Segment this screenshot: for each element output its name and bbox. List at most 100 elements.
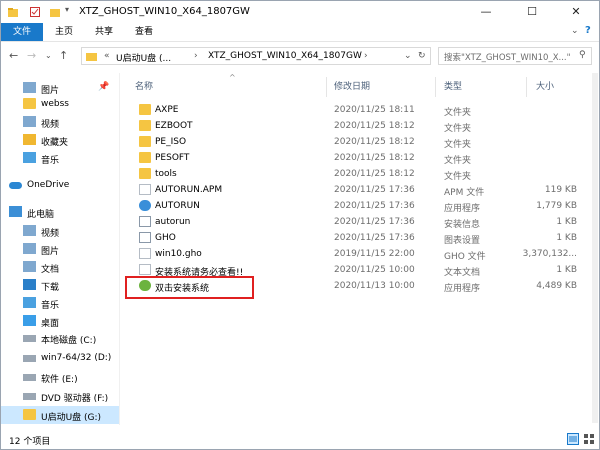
properties-icon[interactable] xyxy=(29,6,41,18)
cell-date: 2020/11/25 10:00 xyxy=(334,265,415,275)
table-row[interactable]: PESOFT 2020/11/25 18:12 文件夹 xyxy=(121,150,591,166)
tab-file[interactable]: 文件 xyxy=(1,23,43,41)
sidebar-item-label: DVD 驱动器 (F:) xyxy=(41,394,109,404)
details-view-icon[interactable] xyxy=(567,433,579,445)
table-row[interactable]: win10.gho 2019/11/15 22:00 GHO 文件 3,370,132… xyxy=(121,246,591,262)
item-count: 12 个项目 xyxy=(9,437,51,447)
sidebar-item[interactable]: webss xyxy=(1,95,119,113)
forward-arrow-icon[interactable]: → xyxy=(27,49,36,62)
sidebar-item[interactable]: OneDrive xyxy=(1,176,119,194)
cell-name: AUTORUN.APM xyxy=(155,185,223,195)
sidebar-item[interactable]: 此电脑 xyxy=(1,203,119,221)
sidebar-item[interactable]: 软件 (E:) xyxy=(1,368,119,386)
minimize-button[interactable]: — xyxy=(463,1,509,23)
sidebar-item[interactable]: 本地磁盘 (C:) xyxy=(1,329,119,347)
table-row[interactable]: EZBOOT 2020/11/25 18:12 文件夹 xyxy=(121,118,591,134)
sidebar-item[interactable]: 音乐 xyxy=(1,294,119,312)
navigation-bar: ← → ⌄ ↑ « U启动U盘 (... › XTZ_GHOST_WIN10_X… xyxy=(1,42,599,70)
downloads-icon xyxy=(23,279,36,290)
tab-home[interactable]: 主页 xyxy=(45,23,83,41)
search-input[interactable]: 搜索"XTZ_GHOST_WIN10_X..." ⚲ xyxy=(438,47,592,65)
column-divider[interactable] xyxy=(435,77,436,97)
cell-date: 2020/11/25 17:36 xyxy=(334,185,415,195)
tab-share[interactable]: 共享 xyxy=(85,23,123,41)
computer-icon xyxy=(9,206,22,217)
drive-icon xyxy=(23,335,36,342)
sidebar-item[interactable]: DVD 驱动器 (F:) xyxy=(1,387,119,405)
sidebar-item-label: 下载 xyxy=(41,283,60,293)
column-header-size[interactable]: 大小 xyxy=(536,79,554,99)
sidebar-item[interactable]: 音乐 xyxy=(1,149,119,167)
cloud-icon xyxy=(9,182,22,189)
recent-locations-icon[interactable]: ⌄ xyxy=(45,51,52,60)
cell-type: 文件夹 xyxy=(444,108,472,118)
cell-type: 应用程序 xyxy=(444,204,481,214)
settings-file-icon xyxy=(139,216,151,227)
sidebar-item-label: 视频 xyxy=(41,229,60,239)
new-folder-icon[interactable] xyxy=(49,6,61,18)
cell-date: 2019/11/15 22:00 xyxy=(334,249,415,259)
sidebar-item[interactable]: 收藏夹 xyxy=(1,131,119,149)
table-row[interactable]: autorun 2020/11/25 17:36 安装信息 1 KB xyxy=(121,214,591,230)
column-divider[interactable] xyxy=(526,77,527,97)
sidebar-item-label: 本地磁盘 (C:) xyxy=(41,336,97,346)
sidebar-item[interactable]: 图片 xyxy=(1,240,119,258)
folder-icon xyxy=(8,8,18,17)
title-bar: ▾ XTZ_GHOST_WIN10_X64_1807GW — ☐ ✕ xyxy=(1,1,599,23)
search-placeholder: 搜索"XTZ_GHOST_WIN10_X..." xyxy=(444,53,571,63)
address-dropdown-icon[interactable]: ⌄ xyxy=(404,51,412,61)
sidebar-item[interactable]: 视频 xyxy=(1,113,119,131)
expand-ribbon-icon[interactable]: ⌄ xyxy=(571,26,579,36)
table-row[interactable]: PE_ISO 2020/11/25 18:12 文件夹 xyxy=(121,134,591,150)
music-icon xyxy=(23,152,36,163)
sidebar-item-label: 软件 (E:) xyxy=(41,375,78,385)
table-row[interactable]: AUTORUN 2020/11/25 17:36 应用程序 1,779 KB xyxy=(121,198,591,214)
table-row[interactable]: AXPE 2020/11/25 18:11 文件夹 xyxy=(121,102,591,118)
maximize-button[interactable]: ☐ xyxy=(509,1,555,23)
cell-name: EZBOOT xyxy=(155,121,193,131)
sidebar-item[interactable]: 文档 xyxy=(1,258,119,276)
folder-icon xyxy=(139,104,151,115)
column-header-name[interactable]: 名称 xyxy=(135,79,153,99)
pictures-icon xyxy=(23,243,36,254)
quick-access-dropdown-icon[interactable]: ▾ xyxy=(65,5,69,14)
cell-date: 2020/11/25 18:12 xyxy=(334,137,415,147)
address-overflow-icon[interactable]: « xyxy=(104,51,110,61)
cell-size: 1 KB xyxy=(556,233,577,243)
help-icon[interactable]: ? xyxy=(585,25,591,36)
sidebar-item[interactable]: 下载 xyxy=(1,276,119,294)
cell-type: 应用程序 xyxy=(444,284,481,294)
close-button[interactable]: ✕ xyxy=(553,1,599,23)
sidebar-item[interactable]: 视频 xyxy=(1,222,119,240)
pictures-icon xyxy=(23,82,36,93)
breadcrumb-current-folder[interactable]: XTZ_GHOST_WIN10_X64_1807GW xyxy=(208,51,362,61)
videos-icon xyxy=(23,225,36,236)
sidebar-item[interactable]: 桌面 xyxy=(1,312,119,330)
table-row[interactable]: GHO 2020/11/25 17:36 图表设置 1 KB xyxy=(121,230,591,246)
folder-icon xyxy=(139,168,151,179)
large-icons-view-icon[interactable] xyxy=(583,433,595,445)
pin-icon[interactable]: 📌 xyxy=(98,82,109,92)
sidebar-item[interactable]: U启动U盘 (G:) xyxy=(1,406,119,424)
sidebar-item[interactable]: win7-64/32 (D:) xyxy=(1,349,119,367)
file-icon xyxy=(139,184,151,195)
table-row[interactable]: tools 2020/11/25 18:12 文件夹 xyxy=(121,166,591,182)
table-row[interactable]: AUTORUN.APM 2020/11/25 17:36 APM 文件 119 KB xyxy=(121,182,591,198)
sidebar-item-label: 图片 xyxy=(41,247,60,257)
tab-view[interactable]: 查看 xyxy=(125,23,163,41)
ribbon-tabs: 文件 主页 共享 查看 ⌄ ? xyxy=(1,23,599,42)
cell-name: AXPE xyxy=(155,105,179,115)
refresh-icon[interactable]: ↻ xyxy=(418,51,426,61)
column-header-date[interactable]: 修改日期 xyxy=(334,79,370,99)
column-header-type[interactable]: 类型 xyxy=(444,79,462,99)
up-arrow-icon[interactable]: ↑ xyxy=(59,49,68,62)
back-arrow-icon[interactable]: ← xyxy=(9,49,18,62)
cell-date: 2020/11/25 18:12 xyxy=(334,121,415,131)
cell-type: 文件夹 xyxy=(444,124,472,134)
address-bar[interactable]: « U启动U盘 (... › XTZ_GHOST_WIN10_X64_1807G… xyxy=(81,47,431,65)
search-icon[interactable]: ⚲ xyxy=(579,50,586,60)
vertical-scrollbar[interactable] xyxy=(592,73,598,423)
breadcrumb-usb-drive[interactable]: U启动U盘 (... xyxy=(116,51,171,64)
column-divider[interactable] xyxy=(326,77,327,97)
drive-icon xyxy=(23,374,36,381)
